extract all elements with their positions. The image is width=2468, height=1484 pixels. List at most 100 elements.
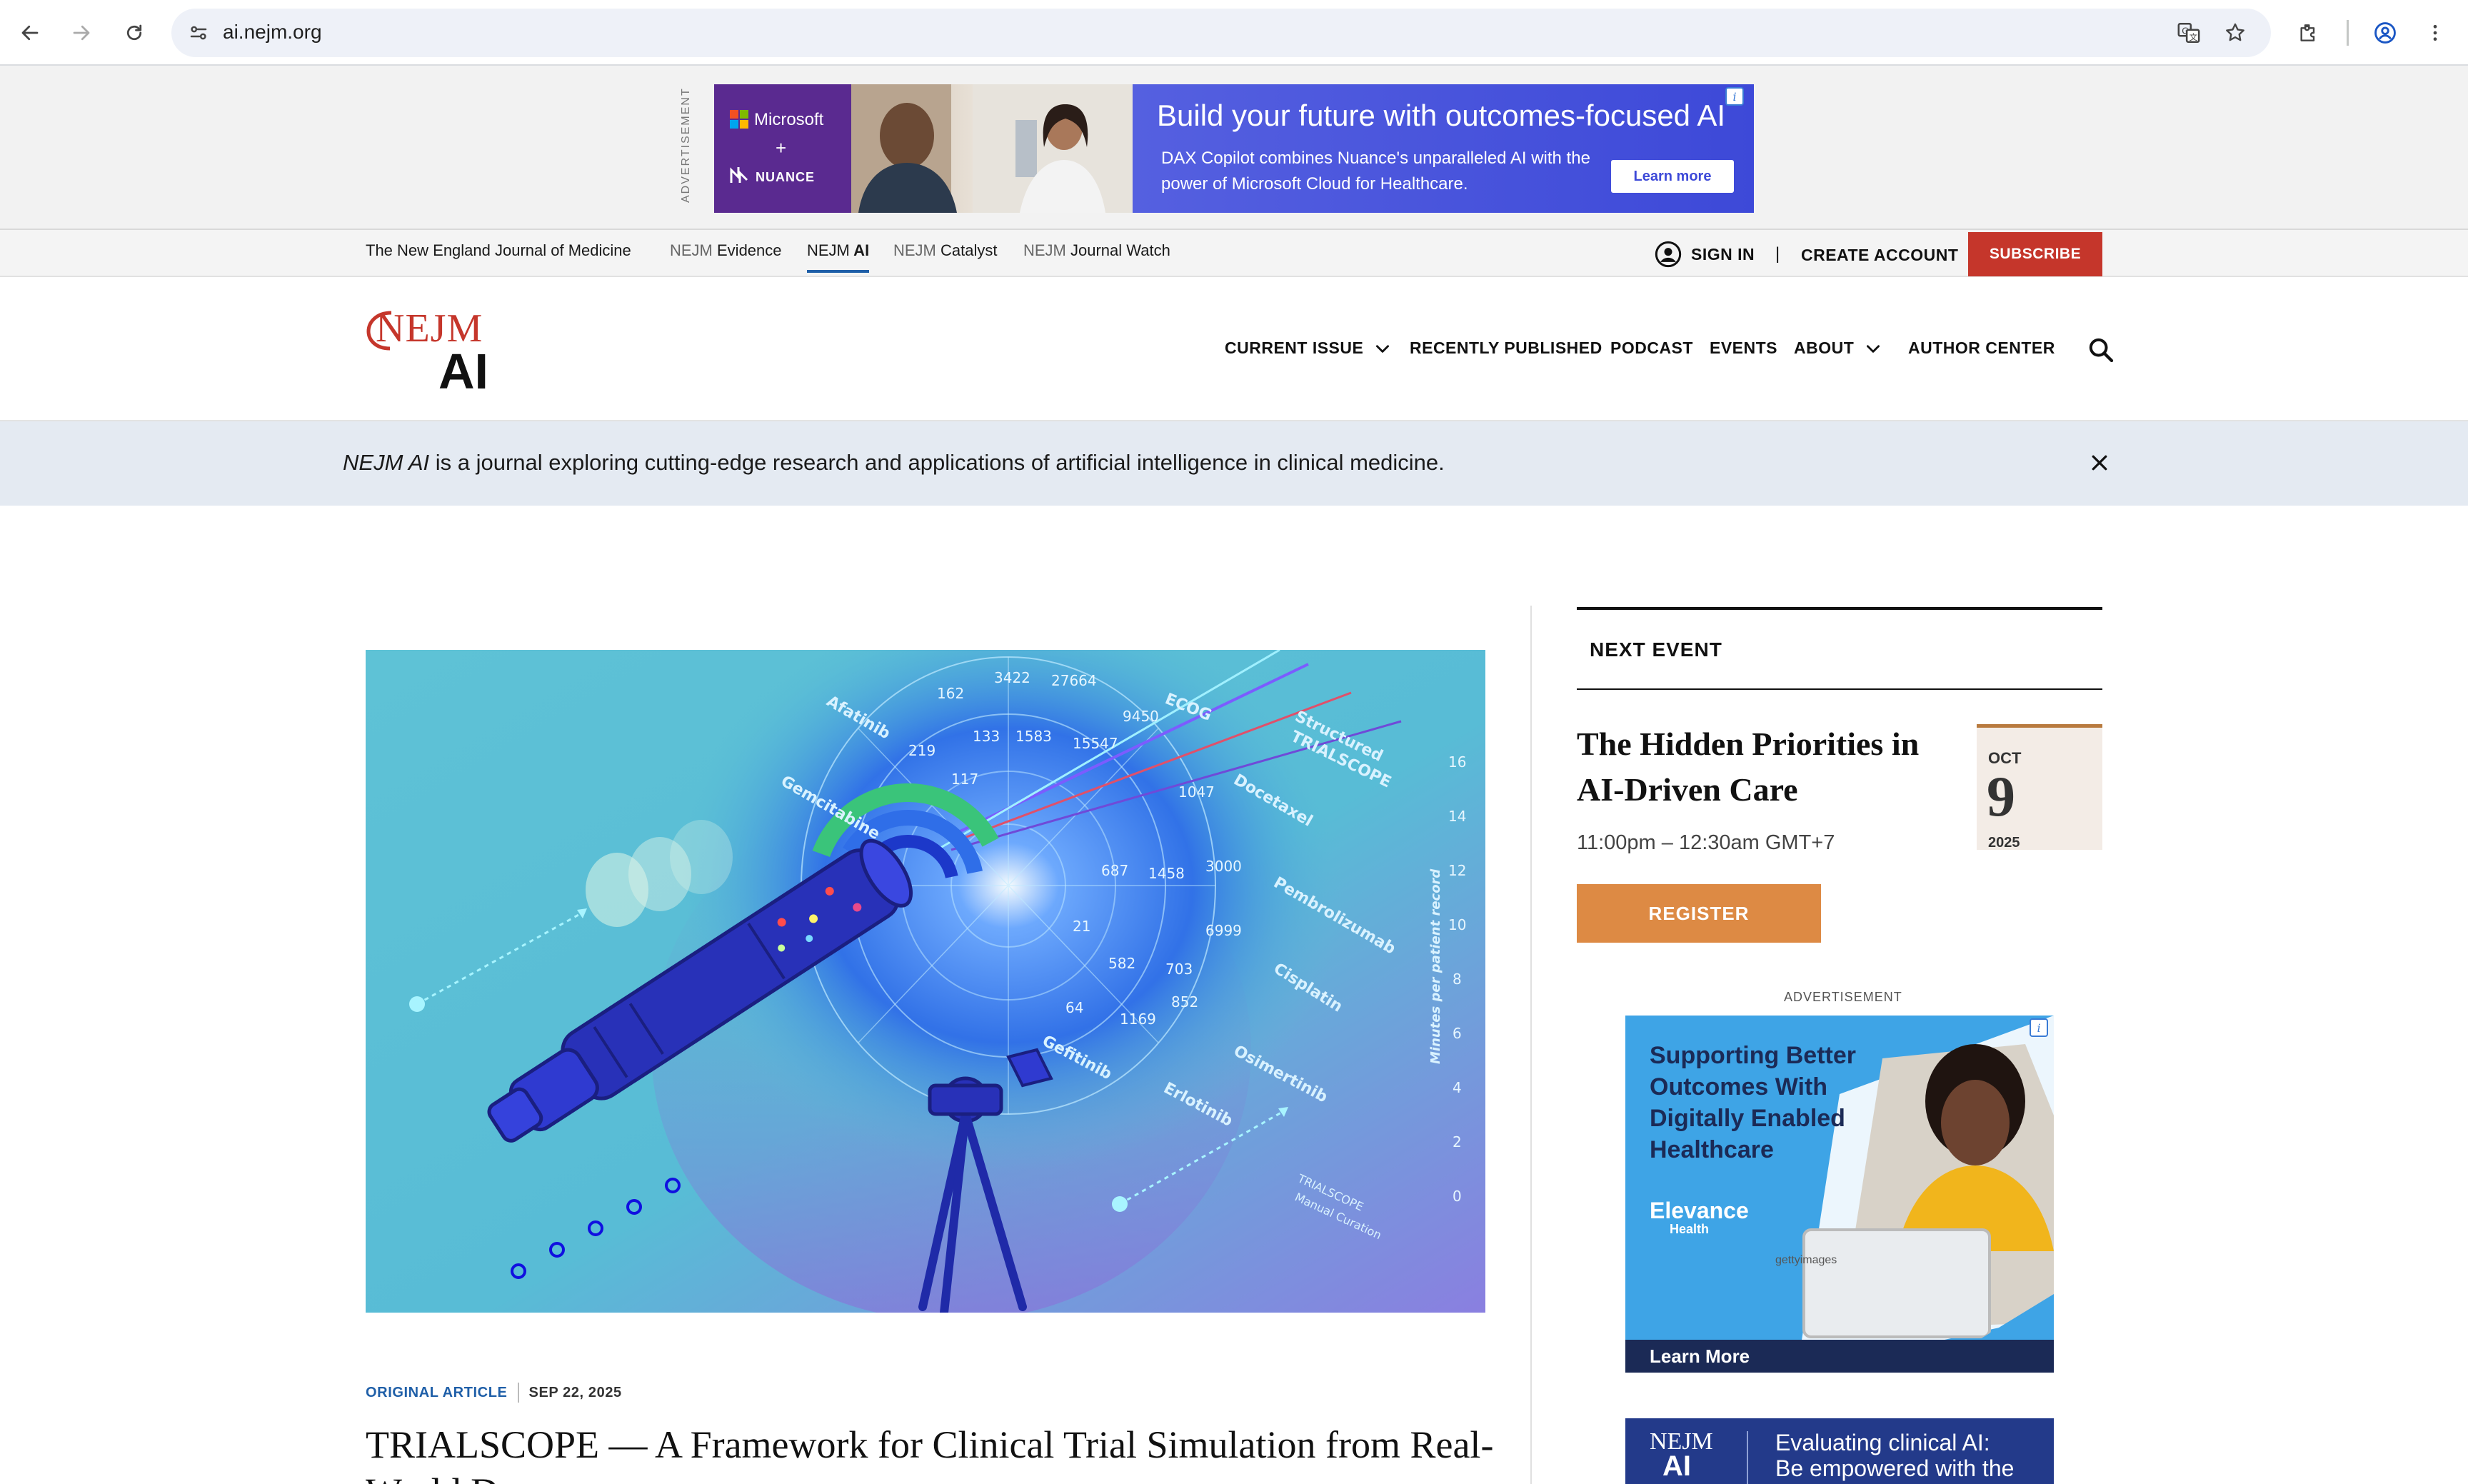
network-link-catalyst[interactable]: NEJM Catalyst (893, 241, 997, 260)
network-link-label: Journal Watch (1065, 241, 1170, 259)
sidebar-ad1-headline: Supporting Better Outcomes With Digitall… (1650, 1042, 1856, 1163)
article-date: SEP 22, 2025 (528, 1384, 622, 1400)
close-icon[interactable] (2084, 447, 2115, 478)
chevron-down-icon (1867, 344, 1880, 353)
nejm-ai-logo[interactable]: NEJM AI (366, 306, 494, 399)
hero-number: 1169 (1120, 1011, 1156, 1028)
nav-label: RECENTLY PUBLISHED (1410, 339, 1602, 357)
hero-number: 133 (973, 728, 1000, 745)
network-link-ai[interactable]: NEJM AI (807, 241, 870, 273)
top-ad-brand-panel: Microsoft + NUANCE (714, 84, 851, 213)
article-type[interactable]: ORIGINAL ARTICLE (366, 1385, 508, 1401)
nav-author-center[interactable]: AUTHOR CENTER (1908, 339, 2055, 358)
hero-number: 14 (1448, 808, 1466, 825)
event-day: 9 (1987, 766, 2015, 828)
network-link-prefix: NEJM (807, 241, 850, 259)
sidebar-ad2-line2: Be empowered with the (1775, 1455, 2015, 1481)
sidebar-ad-elevance[interactable]: Supporting Better Outcomes With Digitall… (1625, 1016, 2054, 1373)
hero-number: 16 (1448, 753, 1466, 771)
subscribe-button[interactable]: SUBSCRIBE (1968, 232, 2102, 276)
next-event-header: NEXT EVENT (1577, 607, 2102, 690)
bookmark-star-icon[interactable] (2221, 19, 2249, 47)
top-ad-brand1: Microsoft (754, 110, 824, 129)
hero-number: 10 (1448, 916, 1466, 933)
hero-number: 582 (1108, 955, 1135, 972)
sidebar-ad2-text: Evaluating clinical AI: Be empowered wit… (1775, 1430, 2014, 1481)
ad-choices-icon[interactable]: i (2030, 1018, 2048, 1037)
nav-events[interactable]: EVENTS (1710, 339, 1777, 358)
register-button[interactable]: REGISTER (1577, 884, 1821, 943)
top-ad-photo (851, 84, 1133, 213)
hero-number: 117 (951, 771, 978, 788)
journal-info-banner: NEJM AI is a journal exploring cutting-e… (0, 421, 2468, 506)
top-ad-subtext: DAX Copilot combines Nuance's unparallel… (1161, 149, 1590, 194)
back-icon[interactable] (13, 16, 47, 50)
search-icon[interactable] (2085, 334, 2117, 366)
event-year: 2025 (1988, 835, 2020, 851)
elevance-logo: Elevance Health (1650, 1199, 1749, 1238)
sidebar-ad2-divider (1747, 1431, 1748, 1484)
hero-number: 1047 (1178, 783, 1215, 801)
hero-number: 6999 (1205, 922, 1242, 939)
hero-number: 162 (937, 685, 964, 702)
hero-number: 12 (1448, 862, 1466, 879)
sidebar-ad2-logo: NEJM AI (1650, 1430, 1713, 1481)
network-link-prefix: NEJM (893, 241, 936, 259)
profile-icon[interactable] (2368, 16, 2402, 50)
hero-label: Minutes per patient record (1428, 868, 1443, 1064)
nav-podcast[interactable]: PODCAST (1610, 339, 1693, 358)
sign-in-link[interactable]: SIGN IN (1654, 240, 1755, 269)
top-ad-learn-more-button[interactable]: Learn more (1611, 160, 1734, 193)
top-ad-label: ADVERTISEMENT (680, 87, 692, 203)
nav-label: AUTHOR CENTER (1908, 339, 2055, 357)
sidebar-ad1-learn-more[interactable]: Learn More (1625, 1340, 2054, 1373)
network-link-evidence[interactable]: NEJM Evidence (670, 241, 782, 260)
create-account-link[interactable]: CREATE ACCOUNT (1801, 246, 1958, 265)
network-link-prefix: NEJM (670, 241, 713, 259)
info-banner-em: NEJM AI (343, 450, 430, 475)
sidebar-ad2-line1: Evaluating clinical AI: (1775, 1430, 1990, 1455)
info-banner-body: is a journal exploring cutting-edge rese… (429, 450, 1445, 475)
hero-number: 219 (908, 742, 935, 759)
nav-about[interactable]: ABOUT (1794, 339, 1882, 358)
column-divider (1530, 606, 1532, 1484)
telescope-illustration: ECOG Structured TRIALSCOPE Docetaxel Pem… (366, 650, 1485, 1313)
browser-toolbar: ai.nejm.org G文 (0, 0, 2468, 66)
hero-number: 6 (1453, 1025, 1462, 1042)
chevron-down-icon (1376, 344, 1390, 353)
ad-choices-icon[interactable]: i (1725, 87, 1744, 106)
event-title[interactable]: The Hidden Priorities in AI-Driven Care (1577, 721, 1948, 813)
nav-label: EVENTS (1710, 339, 1778, 357)
url-text[interactable]: ai.nejm.org (223, 21, 322, 44)
forward-icon[interactable] (64, 16, 99, 50)
nav-label: CURRENT ISSUE (1225, 339, 1364, 357)
site-settings-icon[interactable] (184, 19, 213, 47)
translate-icon[interactable]: G文 (2174, 19, 2203, 47)
sidebar-ad-nejm-ai[interactable]: NEJM AI Evaluating clinical AI: Be empow… (1625, 1418, 2054, 1484)
nav-recently-published[interactable]: RECENTLY PUBLISHED (1410, 339, 1602, 358)
hero-number: 3000 (1205, 858, 1242, 875)
top-ad-content: Build your future with outcomes-focused … (1133, 84, 1754, 213)
hero-number: 852 (1171, 993, 1198, 1011)
top-ad-headline: Build your future with outcomes-focused … (1157, 99, 1726, 132)
feature-hero-image[interactable]: ECOG Structured TRIALSCOPE Docetaxel Pem… (366, 650, 1485, 1313)
photo-credit: gettyimages (1775, 1254, 1837, 1266)
network-link-journal-watch[interactable]: NEJM Journal Watch (1023, 241, 1170, 260)
hero-number: 3422 (994, 669, 1030, 686)
extensions-icon[interactable] (2291, 16, 2325, 50)
article-headline[interactable]: TRIALSCOPE — A Framework for Clinical Tr… (366, 1421, 1501, 1484)
network-link-label: Evidence (712, 241, 782, 259)
reload-icon[interactable] (117, 16, 151, 50)
logo-ai-text: AI (438, 344, 488, 399)
nuance-logo-icon (730, 167, 748, 183)
nav-current-issue[interactable]: CURRENT ISSUE (1225, 339, 1392, 358)
user-circle-icon (1655, 241, 1682, 268)
address-bar[interactable]: ai.nejm.org G文 (171, 9, 2271, 57)
hero-number: 703 (1165, 961, 1193, 978)
network-link-label: AI (849, 241, 870, 259)
network-link-nejm[interactable]: The New England Journal of Medicine (366, 241, 631, 260)
top-ad-banner[interactable]: Microsoft + NUANCE Build your future wit… (714, 84, 1754, 213)
hero-number: 9450 (1123, 708, 1159, 725)
menu-kebab-icon[interactable] (2418, 16, 2452, 50)
hero-number: 687 (1101, 862, 1128, 879)
